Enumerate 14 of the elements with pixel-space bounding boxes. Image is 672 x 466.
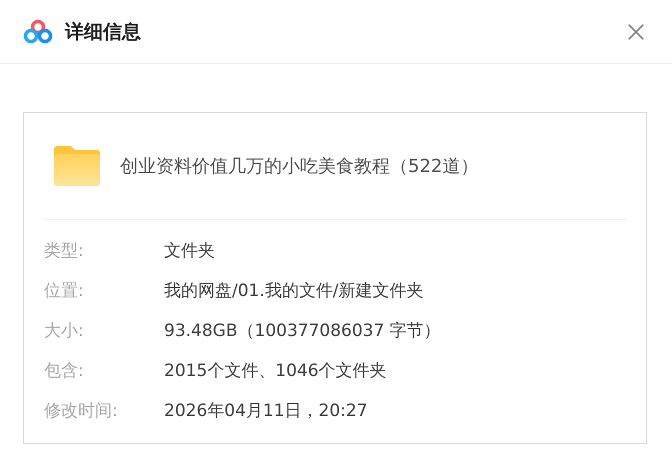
detail-value: 我的网盘/01.我的文件/新建文件夹 [164, 280, 424, 302]
detail-label: 修改时间: [44, 400, 119, 422]
detail-value: 93.48GB（100377086037 字节） [164, 320, 441, 342]
detail-label: 包含: [44, 360, 85, 382]
detail-value: 文件夹 [164, 240, 215, 262]
file-name: 创业资料价值几万的小吃美食教程（522道） [120, 155, 478, 178]
cloud-logo-icon [23, 18, 53, 44]
detail-value: 2015个文件、1046个文件夹 [164, 360, 387, 382]
detail-label: 类型: [44, 240, 85, 262]
folder-icon [54, 146, 100, 186]
detail-value: 2026年04月11日，20:27 [164, 400, 368, 422]
detail-label: 大小: [44, 320, 85, 342]
window-title: 详细信息 [65, 20, 141, 44]
detail-label: 位置: [44, 280, 85, 302]
